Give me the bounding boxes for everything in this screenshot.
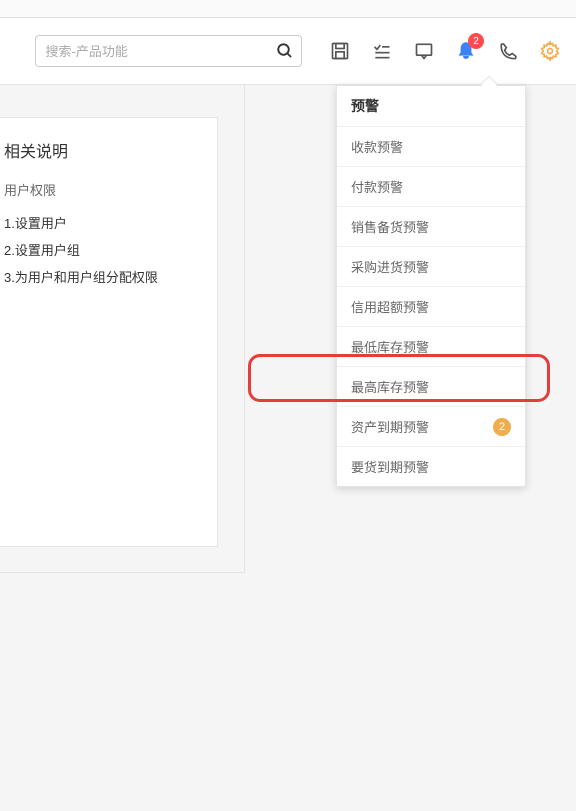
dropdown-item-label: 最低库存预警 (351, 337, 429, 356)
content-area: 相关说明 用户权限 1.设置用户 2.设置用户组 3.为用户和用户组分配权限 预… (0, 85, 576, 811)
count-badge: 2 (493, 418, 511, 436)
dropdown-item-label: 最高库存预警 (351, 377, 429, 396)
panel-item: 3.为用户和用户组分配权限 (0, 267, 203, 286)
dropdown-header: 预警 (337, 86, 525, 127)
settings-icon[interactable] (530, 31, 570, 71)
dropdown-item-asset-expire[interactable]: 资产到期预警 2 (337, 407, 525, 447)
dropdown-item-label: 销售备货预警 (351, 217, 429, 236)
dropdown-item-min-stock[interactable]: 最低库存预警 (337, 327, 525, 367)
dropdown-item-label: 要货到期预警 (351, 457, 429, 476)
search-box[interactable] (35, 35, 302, 67)
left-panel: 相关说明 用户权限 1.设置用户 2.设置用户组 3.为用户和用户组分配权限 (0, 117, 218, 547)
dropdown-item-payment-out[interactable]: 付款预警 (337, 167, 525, 207)
panel-item: 1.设置用户 (0, 213, 203, 232)
dropdown-item-label: 资产到期预警 (351, 417, 429, 436)
dropdown-item-payment-in[interactable]: 收款预警 (337, 127, 525, 167)
bell-icon[interactable]: 2 (446, 31, 486, 71)
alert-dropdown: 预警 收款预警 付款预警 销售备货预警 采购进货预警 信用超额预警 最低库存预警… (336, 85, 526, 487)
chat-icon[interactable] (404, 31, 444, 71)
dropdown-item-max-stock[interactable]: 最高库存预警 (337, 367, 525, 407)
panel-title: 相关说明 (0, 138, 203, 162)
toolbar: 2 (0, 18, 576, 85)
dropdown-item-label: 采购进货预警 (351, 257, 429, 276)
search-input[interactable] (36, 44, 269, 59)
phone-icon[interactable] (488, 31, 528, 71)
dropdown-item-purchase-stock[interactable]: 采购进货预警 (337, 247, 525, 287)
dropdown-item-label: 付款预警 (351, 177, 403, 196)
toolbar-icons: 2 (320, 31, 570, 71)
dropdown-item-label: 信用超额预警 (351, 297, 429, 316)
save-icon[interactable] (320, 31, 360, 71)
top-strip (0, 0, 576, 18)
bell-badge: 2 (468, 33, 484, 49)
dropdown-item-sales-stock[interactable]: 销售备货预警 (337, 207, 525, 247)
panel-item: 2.设置用户组 (0, 240, 203, 259)
dropdown-item-credit-over[interactable]: 信用超额预警 (337, 287, 525, 327)
dropdown-item-label: 收款预警 (351, 137, 403, 156)
dropdown-item-request-expire[interactable]: 要货到期预警 (337, 447, 525, 486)
list-check-icon[interactable] (362, 31, 402, 71)
panel-subtitle: 用户权限 (0, 180, 203, 199)
search-icon[interactable] (269, 35, 301, 67)
